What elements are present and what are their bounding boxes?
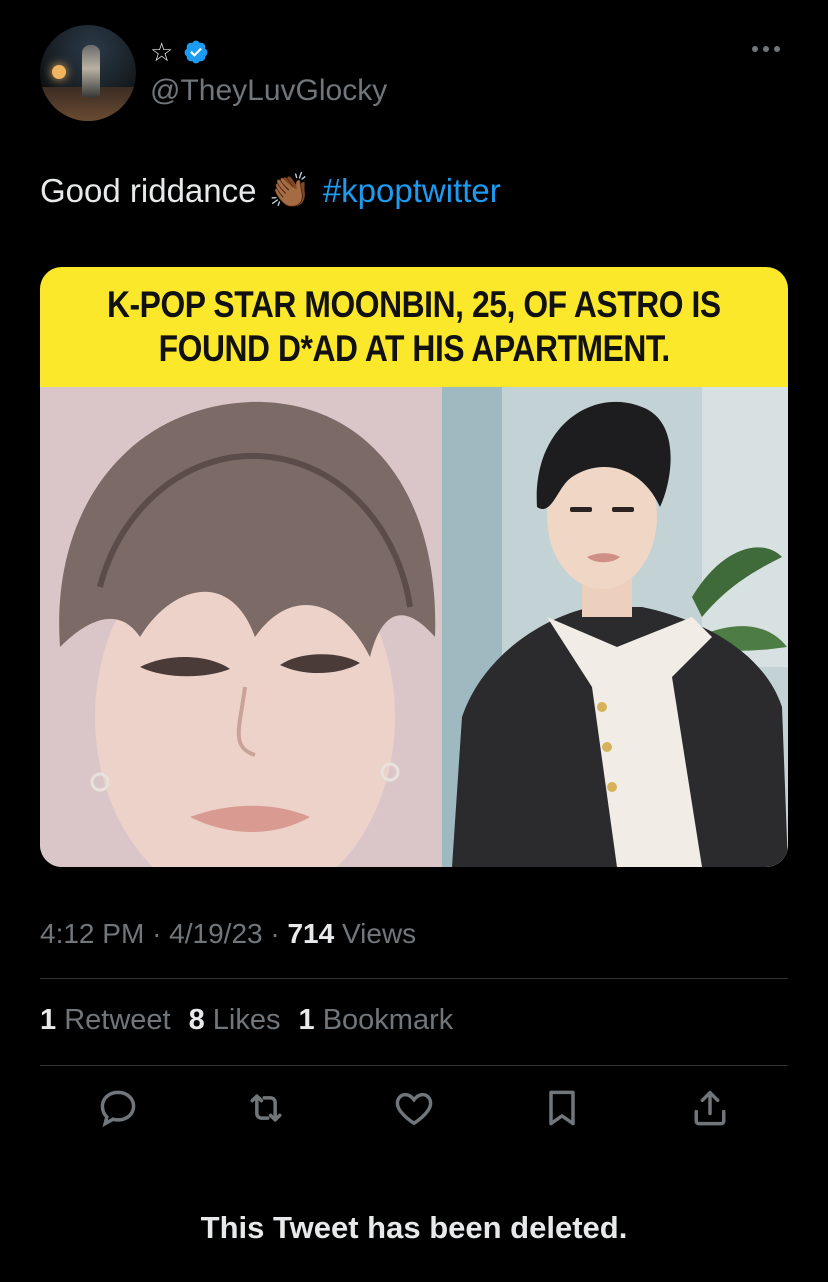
bookmark-icon[interactable] xyxy=(540,1086,584,1130)
display-name[interactable]: ☆ xyxy=(150,39,173,65)
tweet-time[interactable]: 4:12 PM xyxy=(40,918,144,949)
more-options-icon[interactable] xyxy=(752,42,786,56)
retweet-icon[interactable] xyxy=(244,1086,288,1130)
tweet-date[interactable]: 4/19/23 xyxy=(169,918,262,949)
bookmarks-stat[interactable]: 1 Bookmark xyxy=(299,1004,454,1037)
separator-dot: · xyxy=(270,918,288,949)
like-icon[interactable] xyxy=(392,1086,436,1130)
likes-count: 8 xyxy=(188,1004,205,1036)
retweets-count: 1 xyxy=(40,1004,57,1036)
separator-dot: · xyxy=(152,918,170,949)
retweets-label: Retweet xyxy=(64,1004,171,1036)
tweet-media[interactable]: K-POP STAR MOONBIN, 25, OF ASTRO IS FOUN… xyxy=(40,267,788,867)
engagement-stats: 1 Retweet 8 Likes 1 Bookmark xyxy=(40,1004,453,1037)
tweet-body: Good riddance xyxy=(40,172,257,209)
headline-line-1: K-POP STAR MOONBIN, 25, OF ASTRO IS xyxy=(107,284,721,325)
views-count: 714 xyxy=(287,918,335,949)
portrait-photo-left xyxy=(40,387,442,867)
likes-stat[interactable]: 8 Likes xyxy=(189,1004,281,1037)
likes-label: Likes xyxy=(212,1004,281,1036)
media-headline-banner: K-POP STAR MOONBIN, 25, OF ASTRO IS FOUN… xyxy=(40,267,788,387)
clapping-hands-icon: 👏🏾 xyxy=(268,172,311,210)
retweets-stat[interactable]: 1 Retweet xyxy=(40,1004,171,1037)
bookmarks-count: 1 xyxy=(298,1004,315,1036)
share-icon[interactable] xyxy=(688,1086,732,1130)
divider xyxy=(40,1065,788,1066)
headline-line-2: FOUND D*AD AT HIS APARTMENT. xyxy=(158,328,670,369)
hashtag-link[interactable]: #kpoptwitter xyxy=(323,172,501,210)
tweet-text: Good riddance 👏🏾 #kpoptwitter xyxy=(40,172,501,210)
author-name-row[interactable]: ☆ xyxy=(150,38,209,66)
portrait-photo-right xyxy=(442,387,788,867)
action-bar xyxy=(0,1086,828,1134)
tweet-timestamp[interactable]: 4:12 PM · 4/19/23 · 714 Views xyxy=(40,918,416,950)
deleted-notice: This Tweet has been deleted. xyxy=(200,1210,628,1245)
views-label: Views xyxy=(341,918,417,949)
divider xyxy=(40,978,788,979)
author-handle[interactable]: @TheyLuvGlocky xyxy=(150,74,387,108)
avatar[interactable] xyxy=(40,25,136,121)
reply-icon[interactable] xyxy=(96,1086,140,1130)
bookmarks-label: Bookmark xyxy=(322,1004,454,1036)
verified-badge-icon xyxy=(184,40,208,64)
